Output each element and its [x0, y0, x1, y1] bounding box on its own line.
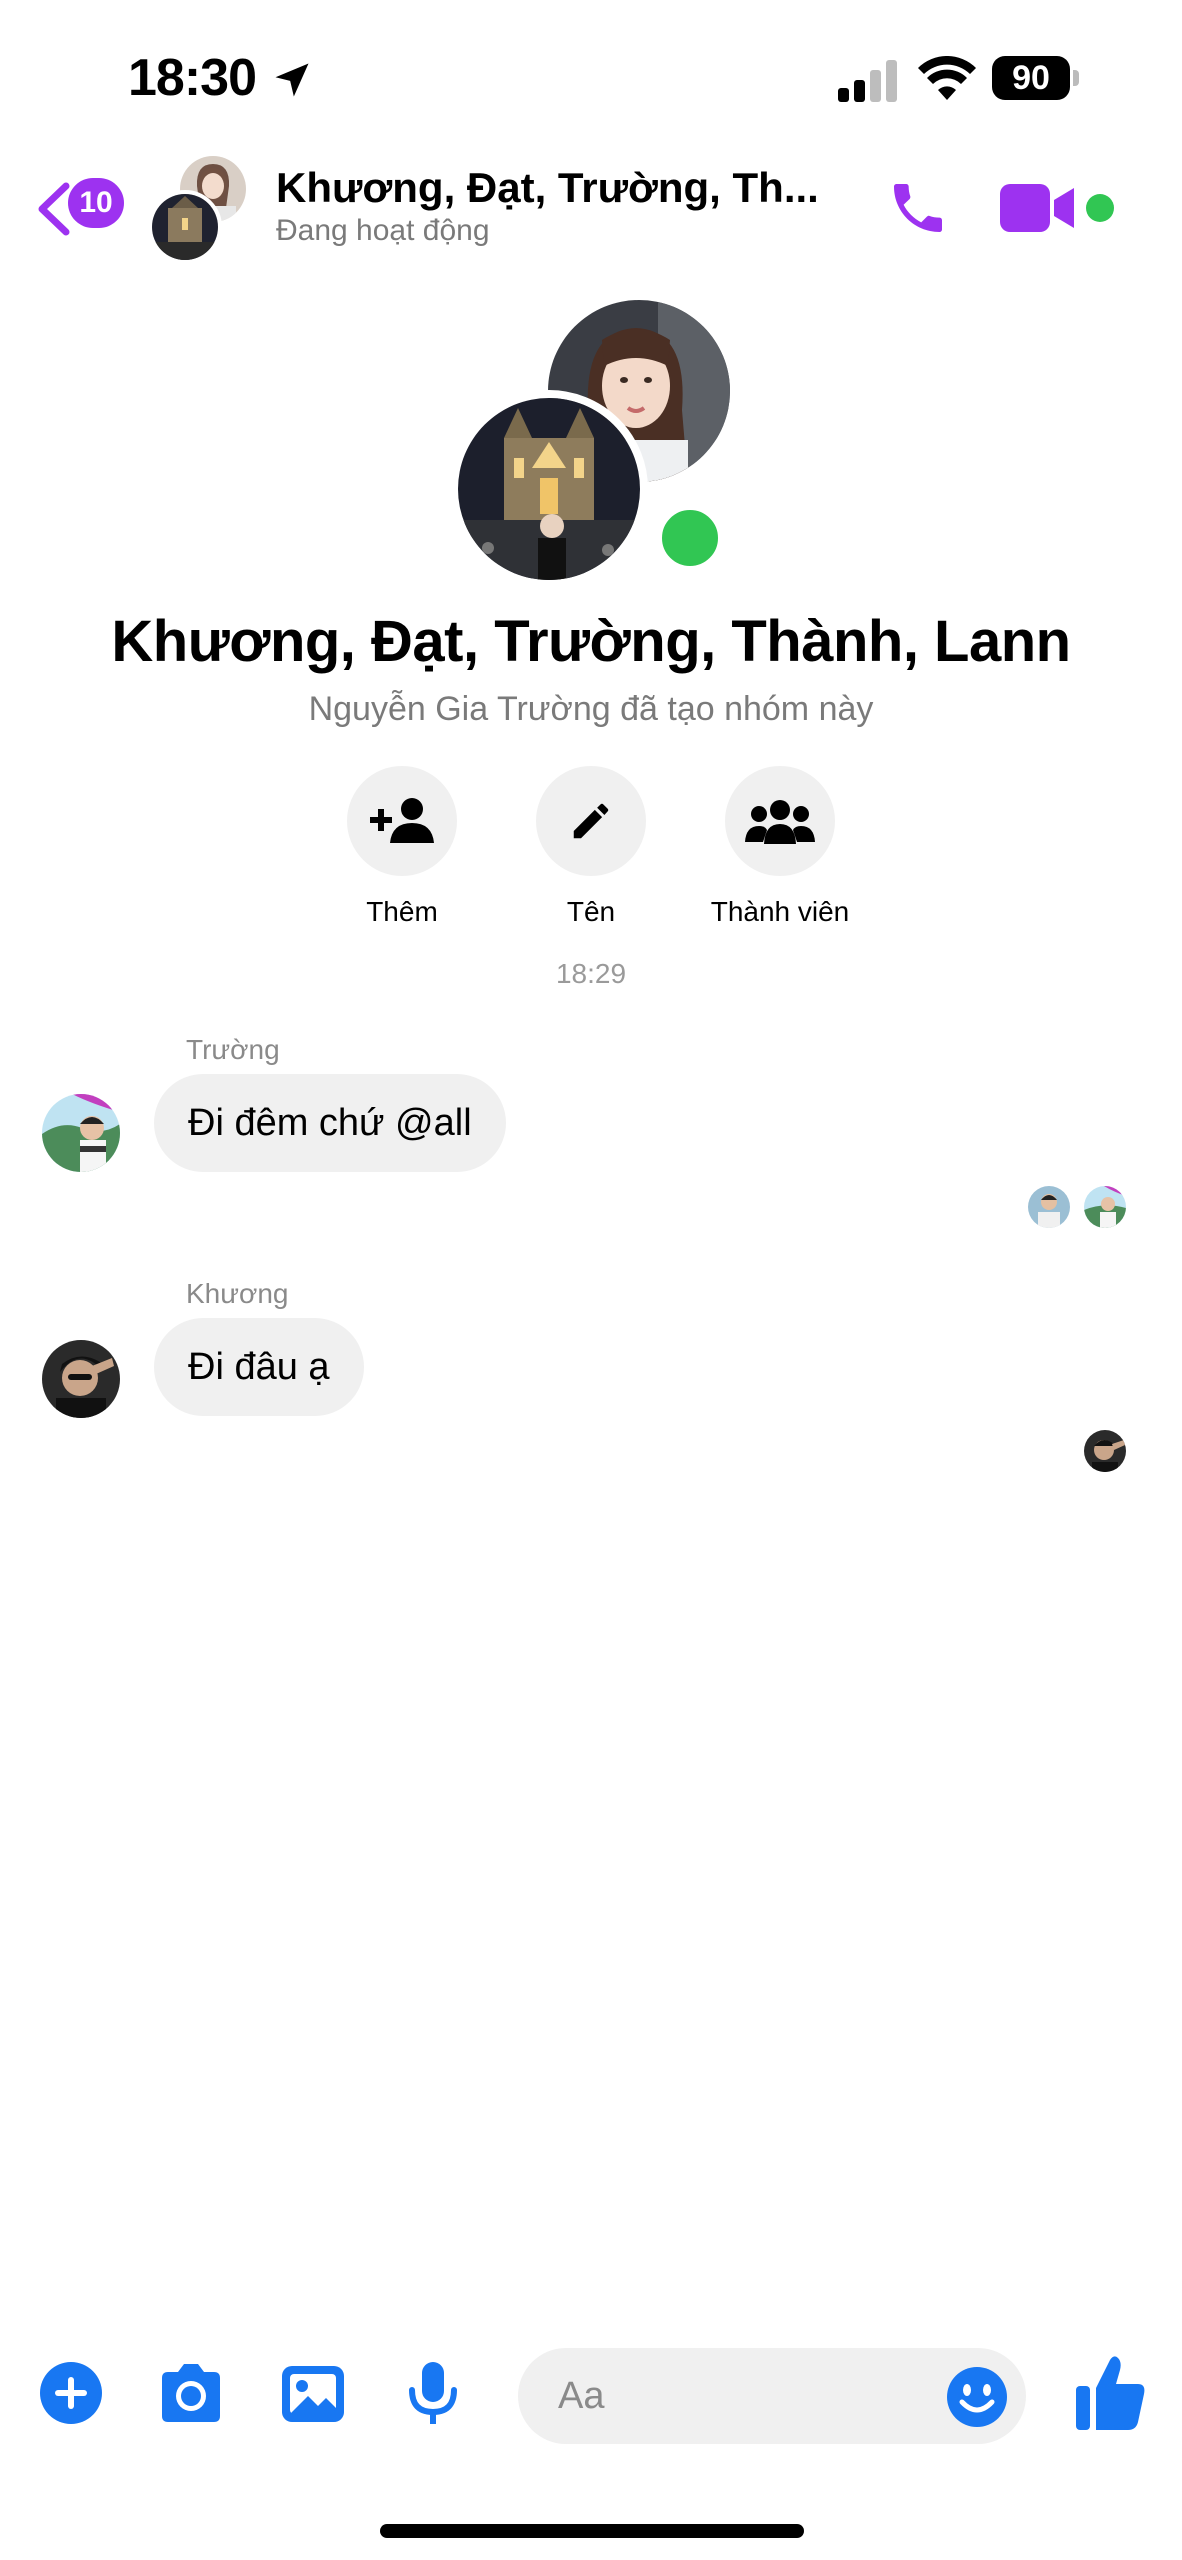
phone-icon[interactable] — [886, 176, 950, 240]
add-person-icon — [370, 798, 434, 843]
action-label: Thành viên — [710, 896, 850, 927]
unread-badge: 10 — [68, 178, 124, 228]
group-avatar[interactable] — [450, 390, 648, 588]
battery-level: 90 — [992, 56, 1070, 100]
pencil-icon — [573, 803, 609, 839]
microphone-icon[interactable] — [400, 2360, 466, 2426]
plus-icon[interactable] — [38, 2360, 104, 2426]
video-camera-icon[interactable] — [1000, 180, 1076, 236]
members-button[interactable]: Thành viên — [685, 766, 875, 928]
back-button[interactable]: 10 — [34, 178, 124, 238]
wifi-icon — [918, 56, 976, 100]
message-bubble[interactable]: Đi đâu ạ — [154, 1318, 364, 1416]
message-input-placeholder: Aa — [558, 2375, 605, 2417]
home-indicator — [380, 2524, 804, 2538]
sender-name: Trường — [186, 1034, 280, 1065]
read-receipt-avatar — [1084, 1186, 1126, 1228]
read-receipt-avatar — [1084, 1430, 1126, 1472]
group-icon — [745, 800, 815, 844]
read-receipt-avatar — [1028, 1186, 1070, 1228]
camera-icon[interactable] — [158, 2360, 224, 2426]
group-name: Khương, Đạt, Trường, Thành, Lann — [111, 609, 1071, 674]
active-status: Đang hoạt động — [276, 214, 490, 247]
action-label: Tên — [566, 896, 616, 927]
avatar[interactable] — [42, 1094, 120, 1172]
thumbs-up-icon[interactable] — [1074, 2352, 1146, 2432]
group-created-note: Nguyễn Gia Trường đã tạo nhóm này — [308, 690, 874, 728]
message-timestamp: 18:29 — [555, 958, 627, 989]
conversation-title[interactable]: Khương, Đạt, Trường, Th... — [276, 164, 819, 212]
battery-icon: 90 — [992, 56, 1080, 102]
action-label: Thêm — [366, 896, 438, 927]
avatar[interactable] — [42, 1340, 120, 1418]
status-time: 18:30 — [128, 49, 257, 107]
message-bubble[interactable]: Đi đêm chứ @all — [154, 1074, 506, 1172]
emoji-icon[interactable] — [946, 2366, 1008, 2428]
cellular-signal-icon — [838, 60, 897, 102]
sender-name: Khương — [186, 1278, 289, 1309]
add-member-button[interactable]: Thêm — [307, 766, 497, 928]
avatar[interactable] — [148, 190, 222, 264]
rename-button[interactable]: Tên — [496, 766, 686, 928]
image-icon[interactable] — [280, 2360, 346, 2426]
location-arrow-icon — [275, 63, 309, 97]
message-input[interactable]: Aa — [518, 2348, 1026, 2444]
online-indicator — [656, 504, 724, 572]
active-indicator — [1086, 194, 1114, 222]
